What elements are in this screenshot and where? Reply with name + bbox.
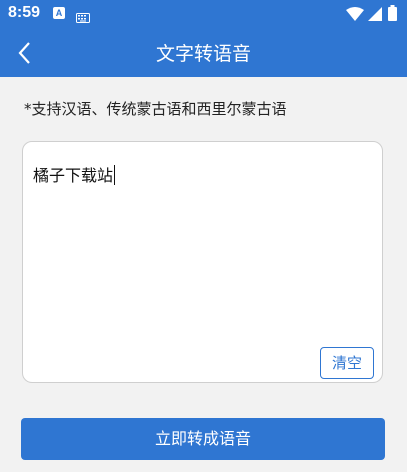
text-caret [114,165,116,185]
keyboard-icon [76,8,90,27]
convert-to-speech-button[interactable]: 立即转成语音 [21,418,385,460]
app-bar: 文字转语音 [0,28,407,77]
battery-icon [388,5,397,25]
notification-a-icon: A [53,7,65,19]
page-title: 文字转语音 [155,43,251,65]
wifi-icon [346,6,364,25]
text-input-area[interactable]: 橘子下载站 清空 [22,141,383,383]
text-input-content[interactable]: 橘子下载站 [33,162,116,186]
status-time: 8:59 [8,4,41,21]
status-bar: 8:59 A [0,0,407,28]
signal-icon [368,6,382,25]
support-hint: *支持汉语、传统蒙古语和西里尔蒙古语 [24,100,287,118]
clear-button[interactable]: 清空 [320,347,374,379]
text-input-value: 橘子下载站 [33,166,114,185]
